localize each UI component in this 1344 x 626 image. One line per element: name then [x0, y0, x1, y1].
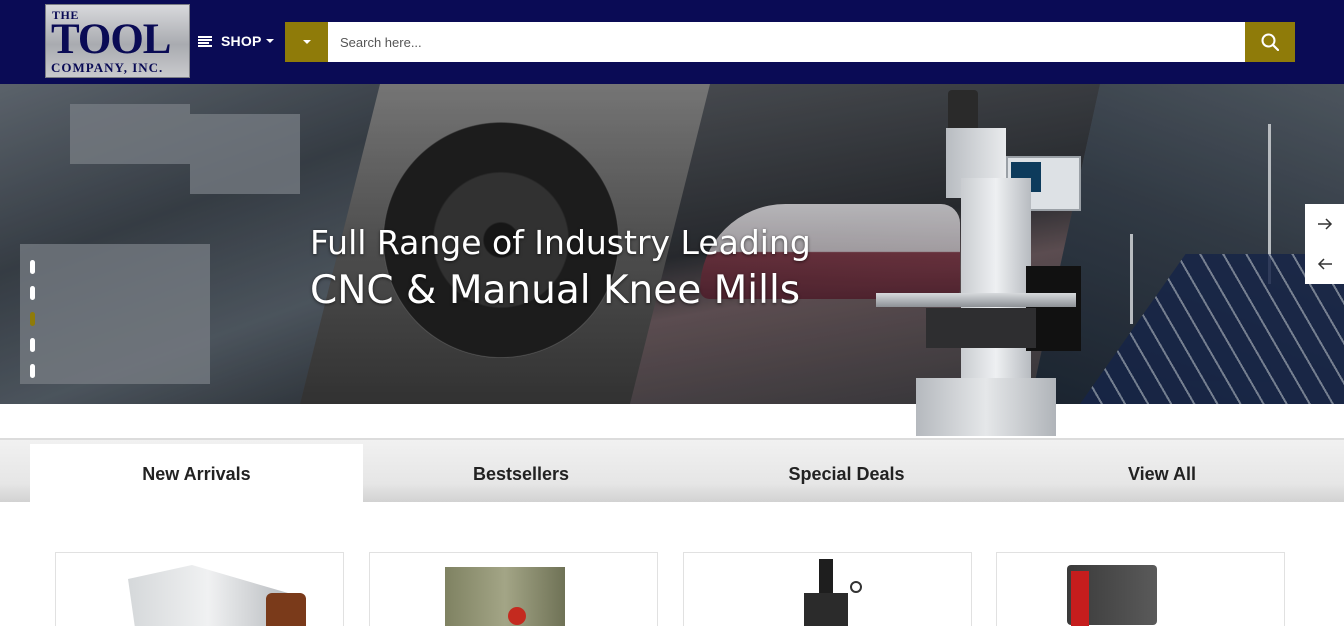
- cabinet-machine-image: [445, 567, 565, 626]
- tab-view-all[interactable]: View All: [1014, 444, 1310, 504]
- chevron-down-icon: [302, 40, 311, 44]
- product-card[interactable]: [369, 552, 658, 626]
- logo-tool-text: TOOL: [51, 16, 171, 63]
- product-tabs: New Arrivals Bestsellers Special Deals V…: [0, 438, 1344, 504]
- tab-special-deals[interactable]: Special Deals: [679, 444, 1014, 504]
- site-logo[interactable]: THE TOOL COMPANY, INC.: [45, 4, 190, 78]
- wind-turbine-shape: [1130, 234, 1133, 324]
- slider-dot-5[interactable]: [30, 364, 35, 378]
- rig-platform-shape: [20, 244, 210, 384]
- ironworker-red-panel: [1071, 571, 1089, 626]
- drill-press-handle: [850, 581, 862, 593]
- bandsaw-motor-shape: [266, 593, 306, 626]
- slider-dot-4[interactable]: [30, 338, 35, 352]
- search-input[interactable]: [328, 22, 1245, 62]
- hero-subheadline: CNC & Manual Knee Mills: [310, 268, 801, 313]
- slider-pagination: [30, 260, 36, 390]
- slider-dot-1[interactable]: [30, 260, 35, 274]
- brand-badge-shape: [508, 607, 526, 625]
- category-dropdown-button[interactable]: [285, 22, 328, 62]
- arrow-right-icon: [1317, 218, 1332, 230]
- arrow-left-icon: [1317, 258, 1332, 270]
- search-button[interactable]: [1245, 22, 1295, 62]
- slider-dot-2[interactable]: [30, 286, 35, 300]
- prev-slide-button[interactable]: [1305, 244, 1344, 284]
- hero-headline: Full Range of Industry Leading: [310, 223, 811, 262]
- product-card[interactable]: [55, 552, 344, 626]
- shop-label: SHOP: [221, 33, 262, 49]
- bandsaw-image: [128, 565, 288, 626]
- tab-new-arrivals[interactable]: New Arrivals: [30, 444, 363, 504]
- chevron-down-icon: [266, 39, 275, 43]
- product-card[interactable]: [683, 552, 972, 626]
- magnifier-icon: [1261, 33, 1279, 51]
- slider-dot-3[interactable]: [30, 312, 35, 326]
- logo-company-text: COMPANY, INC.: [51, 60, 164, 75]
- rig-platform-shape: [190, 114, 300, 194]
- tab-bestsellers[interactable]: Bestsellers: [363, 444, 679, 504]
- site-header: THE TOOL COMPANY, INC. SHOP: [0, 0, 1344, 84]
- hero-slider: Full Range of Industry Leading CNC & Man…: [0, 84, 1344, 404]
- next-slide-button[interactable]: [1305, 204, 1344, 244]
- shop-menu-button[interactable]: SHOP: [198, 30, 275, 52]
- knee-mill-product-image: [866, 88, 1086, 438]
- drill-press-head: [804, 593, 848, 626]
- menu-lines-icon: [198, 35, 212, 47]
- product-card[interactable]: [996, 552, 1285, 626]
- rig-platform-shape: [70, 104, 190, 164]
